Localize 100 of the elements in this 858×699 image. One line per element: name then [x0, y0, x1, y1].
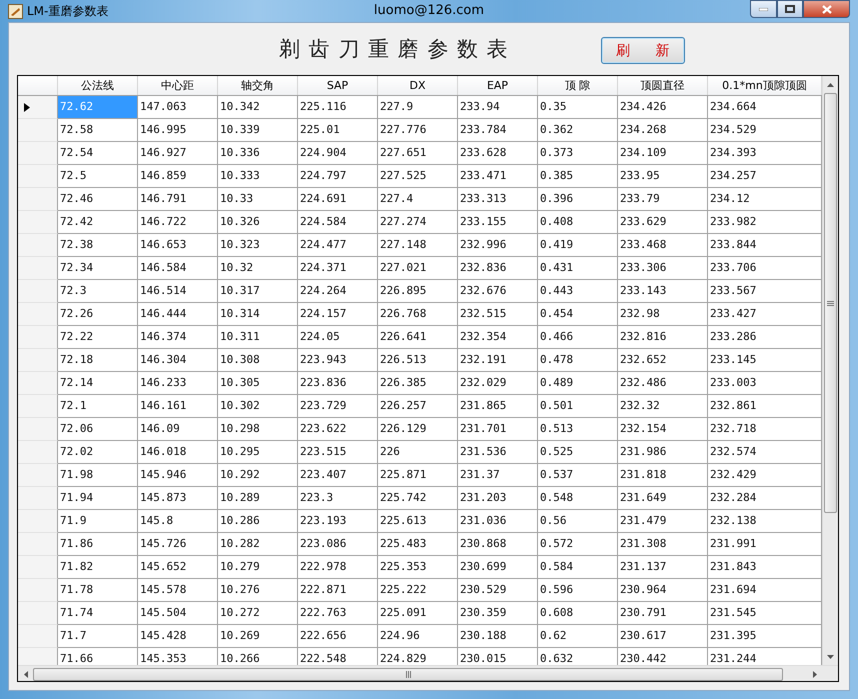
- table-cell[interactable]: 72.5: [58, 165, 138, 188]
- table-cell[interactable]: 230.699: [458, 556, 538, 579]
- scrollbar-thumb[interactable]: [824, 93, 837, 513]
- table-cell[interactable]: 10.289: [218, 487, 298, 510]
- table-cell[interactable]: 227.651: [378, 142, 458, 165]
- table-cell[interactable]: 72.22: [58, 326, 138, 349]
- table-cell[interactable]: 232.154: [618, 418, 708, 441]
- table-cell[interactable]: 146.233: [138, 372, 218, 395]
- table-cell[interactable]: 0.608: [538, 602, 618, 625]
- table-cell[interactable]: 146.791: [138, 188, 218, 211]
- column-header[interactable]: 顶圆直径: [618, 76, 708, 95]
- table-cell[interactable]: 225.01: [298, 119, 378, 142]
- table-cell[interactable]: 10.311: [218, 326, 298, 349]
- table-cell[interactable]: 72.1: [58, 395, 138, 418]
- column-header[interactable]: 公法线: [58, 76, 138, 95]
- table-cell[interactable]: 0.478: [538, 349, 618, 372]
- table-cell[interactable]: 231.986: [618, 441, 708, 464]
- table-cell[interactable]: 72.46: [58, 188, 138, 211]
- table-cell[interactable]: 146.161: [138, 395, 218, 418]
- table-cell[interactable]: 145.873: [138, 487, 218, 510]
- table-cell[interactable]: 231.701: [458, 418, 538, 441]
- table-cell[interactable]: 146.584: [138, 257, 218, 280]
- table-cell[interactable]: 226.513: [378, 349, 458, 372]
- table-cell[interactable]: 223.3: [298, 487, 378, 510]
- table-cell[interactable]: 231.308: [618, 533, 708, 556]
- table-cell[interactable]: 71.82: [58, 556, 138, 579]
- table-cell[interactable]: 71.98: [58, 464, 138, 487]
- table-cell[interactable]: 71.9: [58, 510, 138, 533]
- table-cell[interactable]: 71.78: [58, 579, 138, 602]
- table-cell[interactable]: 223.407: [298, 464, 378, 487]
- table-cell[interactable]: 145.504: [138, 602, 218, 625]
- table-cell[interactable]: 146.444: [138, 303, 218, 326]
- table-cell[interactable]: 10.295: [218, 441, 298, 464]
- table-cell[interactable]: 145.652: [138, 556, 218, 579]
- table-cell[interactable]: 230.188: [458, 625, 538, 648]
- close-button[interactable]: [803, 0, 850, 18]
- table-cell[interactable]: 232.836: [458, 257, 538, 280]
- table-cell[interactable]: 233.468: [618, 234, 708, 257]
- table-cell[interactable]: 0.513: [538, 418, 618, 441]
- table-cell[interactable]: 230.359: [458, 602, 538, 625]
- table-cell[interactable]: 146.859: [138, 165, 218, 188]
- table-cell[interactable]: 0.35: [538, 96, 618, 119]
- table-cell[interactable]: 231.818: [618, 464, 708, 487]
- table-cell[interactable]: 0.548: [538, 487, 618, 510]
- table-cell[interactable]: 231.865: [458, 395, 538, 418]
- table-cell[interactable]: 227.274: [378, 211, 458, 234]
- table-cell[interactable]: 232.354: [458, 326, 538, 349]
- table-cell[interactable]: 224.797: [298, 165, 378, 188]
- table-cell[interactable]: 224.264: [298, 280, 378, 303]
- table-cell[interactable]: 10.276: [218, 579, 298, 602]
- table-cell[interactable]: 10.286: [218, 510, 298, 533]
- table-cell[interactable]: 146.09: [138, 418, 218, 441]
- table-cell[interactable]: 224.371: [298, 257, 378, 280]
- table-cell[interactable]: 227.4: [378, 188, 458, 211]
- table-cell[interactable]: 145.578: [138, 579, 218, 602]
- table-cell[interactable]: 10.305: [218, 372, 298, 395]
- table-cell[interactable]: 10.317: [218, 280, 298, 303]
- table-cell[interactable]: 10.298: [218, 418, 298, 441]
- table-cell[interactable]: 232.486: [618, 372, 708, 395]
- table-cell[interactable]: 232.191: [458, 349, 538, 372]
- table-cell[interactable]: 233.313: [458, 188, 538, 211]
- table-cell[interactable]: 10.269: [218, 625, 298, 648]
- table-cell[interactable]: 231.536: [458, 441, 538, 464]
- table-cell[interactable]: 0.56: [538, 510, 618, 533]
- table-cell[interactable]: 0.584: [538, 556, 618, 579]
- column-header[interactable]: 0.1*mn顶隙顶圆: [708, 76, 822, 95]
- table-cell[interactable]: 233.95: [618, 165, 708, 188]
- table-cell[interactable]: 0.408: [538, 211, 618, 234]
- table-cell[interactable]: 233.784: [458, 119, 538, 142]
- table-cell[interactable]: 233.155: [458, 211, 538, 234]
- table-cell[interactable]: 222.656: [298, 625, 378, 648]
- table-cell[interactable]: 224.05: [298, 326, 378, 349]
- table-cell[interactable]: 10.336: [218, 142, 298, 165]
- table-cell[interactable]: 146.018: [138, 441, 218, 464]
- table-cell[interactable]: 233.94: [458, 96, 538, 119]
- table-cell[interactable]: 72.34: [58, 257, 138, 280]
- table-cell[interactable]: 10.282: [218, 533, 298, 556]
- table-cell[interactable]: 10.308: [218, 349, 298, 372]
- table-cell[interactable]: 225.613: [378, 510, 458, 533]
- table-cell[interactable]: 230.529: [458, 579, 538, 602]
- column-header[interactable]: EAP: [458, 76, 538, 95]
- table-cell[interactable]: 0.525: [538, 441, 618, 464]
- table-cell[interactable]: 232.98: [618, 303, 708, 326]
- table-cell[interactable]: 230.868: [458, 533, 538, 556]
- table-cell[interactable]: 72.42: [58, 211, 138, 234]
- table-cell[interactable]: 222.871: [298, 579, 378, 602]
- table-cell[interactable]: 227.776: [378, 119, 458, 142]
- table-cell[interactable]: 231.37: [458, 464, 538, 487]
- table-cell[interactable]: 0.431: [538, 257, 618, 280]
- minimize-button[interactable]: [750, 0, 777, 18]
- table-cell[interactable]: 146.304: [138, 349, 218, 372]
- table-cell[interactable]: 10.272: [218, 602, 298, 625]
- table-cell[interactable]: 231.649: [618, 487, 708, 510]
- table-cell[interactable]: 225.091: [378, 602, 458, 625]
- column-header[interactable]: DX: [378, 76, 458, 95]
- table-cell[interactable]: 227.148: [378, 234, 458, 257]
- table-cell[interactable]: 232.515: [458, 303, 538, 326]
- table-cell[interactable]: 0.443: [538, 280, 618, 303]
- table-cell[interactable]: 146.514: [138, 280, 218, 303]
- table-cell[interactable]: 225.353: [378, 556, 458, 579]
